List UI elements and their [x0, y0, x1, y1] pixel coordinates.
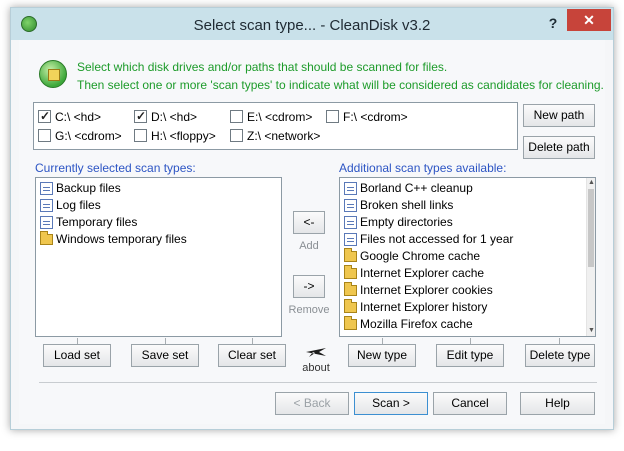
drive-e-label: E:\ <cdrom> — [247, 110, 313, 124]
dialog-body: Select which disk drives and/or paths th… — [19, 40, 605, 424]
checkbox-icon — [326, 110, 339, 124]
checkbox-icon — [38, 129, 51, 143]
help-title-button[interactable]: ? — [543, 13, 563, 33]
remove-label: Remove — [288, 304, 330, 316]
folder-icon — [344, 265, 357, 279]
drive-f-checkbox[interactable]: F:\ <cdrom> — [326, 109, 408, 125]
drive-e-checkbox[interactable]: E:\ <cdrom> — [230, 109, 312, 125]
drive-h-checkbox[interactable]: H:\ <floppy> — [134, 128, 216, 144]
list-item[interactable]: Internet Explorer cookies — [340, 282, 595, 299]
list-item[interactable]: Mozilla Firefox cache — [340, 316, 595, 333]
checkbox-icon — [230, 129, 243, 143]
drive-h-label: H:\ <floppy> — [151, 129, 216, 143]
selected-types-label: Currently selected scan types: — [35, 161, 196, 175]
checkbox-icon — [38, 108, 51, 124]
footer-divider — [39, 382, 597, 383]
drive-c-label: C:\ <hd> — [55, 110, 102, 124]
new-type-button[interactable]: New type — [348, 344, 416, 367]
add-button[interactable]: <- — [293, 211, 325, 234]
add-label: Add — [299, 240, 319, 252]
drive-c-checkbox[interactable]: C:\ <hd> — [38, 108, 102, 125]
selected-types-list[interactable]: Backup files Log files Temporary files W… — [35, 177, 282, 337]
list-item[interactable]: Google Chrome cache — [340, 248, 595, 265]
checkbox-icon — [230, 110, 243, 124]
list-item[interactable]: Internet Explorer cache — [340, 265, 595, 282]
clear-set-button[interactable]: Clear set — [218, 344, 286, 367]
drive-d-label: D:\ <hd> — [151, 110, 198, 124]
available-types-label: Additional scan types available: — [339, 161, 507, 175]
scroll-down-arrow-icon[interactable]: ▼ — [587, 326, 595, 336]
drive-f-label: F:\ <cdrom> — [343, 110, 408, 124]
file-icon — [344, 199, 357, 212]
file-icon — [344, 233, 357, 246]
file-icon — [40, 182, 53, 195]
info-line-1: Select which disk drives and/or paths th… — [77, 60, 448, 74]
delete-type-button[interactable]: Delete type — [525, 344, 595, 367]
drive-g-label: G:\ <cdrom> — [55, 129, 122, 143]
info-line-2: Then select one or more 'scan types' to … — [77, 78, 604, 92]
drive-d-checkbox[interactable]: D:\ <hd> — [134, 108, 198, 125]
folder-icon — [344, 299, 357, 313]
file-icon — [40, 199, 53, 212]
back-button[interactable]: < Back — [275, 392, 349, 415]
remove-button[interactable]: -> — [293, 275, 325, 298]
help-button[interactable]: Help — [520, 392, 595, 415]
drive-z-checkbox[interactable]: Z:\ <network> — [230, 128, 320, 144]
drive-z-label: Z:\ <network> — [247, 129, 321, 143]
checkbox-icon — [134, 108, 147, 124]
file-icon — [344, 216, 357, 229]
new-path-button[interactable]: New path — [523, 104, 595, 127]
list-item[interactable]: Internet Explorer history — [340, 299, 595, 316]
about-plane-icon[interactable] — [305, 345, 327, 359]
folder-icon — [344, 282, 357, 296]
list-item[interactable]: Borland C++ cleanup — [340, 180, 595, 197]
close-button[interactable]: ✕ — [567, 9, 611, 31]
delete-path-button[interactable]: Delete path — [523, 136, 595, 159]
edit-type-button[interactable]: Edit type — [436, 344, 504, 367]
file-icon — [344, 182, 357, 195]
available-types-list[interactable]: Borland C++ cleanup Broken shell links E… — [339, 177, 596, 337]
about-link[interactable]: about — [296, 362, 336, 374]
drive-g-checkbox[interactable]: G:\ <cdrom> — [38, 128, 122, 144]
file-icon — [40, 216, 53, 229]
list-item[interactable]: Files not accessed for 1 year — [340, 231, 595, 248]
folder-icon — [344, 316, 357, 330]
scroll-thumb[interactable] — [588, 189, 594, 267]
scan-button[interactable]: Scan > — [354, 392, 428, 415]
window-title: Select scan type... - CleanDisk v3.2 — [193, 17, 431, 34]
list-item[interactable]: Broken shell links — [340, 197, 595, 214]
title-bar[interactable]: Select scan type... - CleanDisk v3.2 ? ✕ — [11, 8, 613, 40]
load-set-button[interactable]: Load set — [43, 344, 111, 367]
folder-icon — [40, 231, 53, 245]
list-item[interactable]: Windows temporary files — [36, 231, 281, 248]
list-item[interactable]: Empty directories — [340, 214, 595, 231]
list-item[interactable]: Backup files — [36, 180, 281, 197]
drive-selection-box: C:\ <hd> D:\ <hd> E:\ <cdrom> F:\ <cdrom… — [33, 102, 518, 150]
available-list-scrollbar[interactable]: ▲ ▼ — [586, 178, 595, 336]
cancel-button[interactable]: Cancel — [433, 392, 507, 415]
list-item[interactable]: Temporary files — [36, 214, 281, 231]
list-item[interactable]: Log files — [36, 197, 281, 214]
checkbox-icon — [134, 129, 147, 143]
disk-cleanup-icon — [39, 60, 67, 88]
scroll-up-arrow-icon[interactable]: ▲ — [587, 178, 595, 188]
save-set-button[interactable]: Save set — [131, 344, 199, 367]
folder-icon — [344, 248, 357, 262]
scan-type-dialog: Select scan type... - CleanDisk v3.2 ? ✕… — [10, 7, 614, 430]
